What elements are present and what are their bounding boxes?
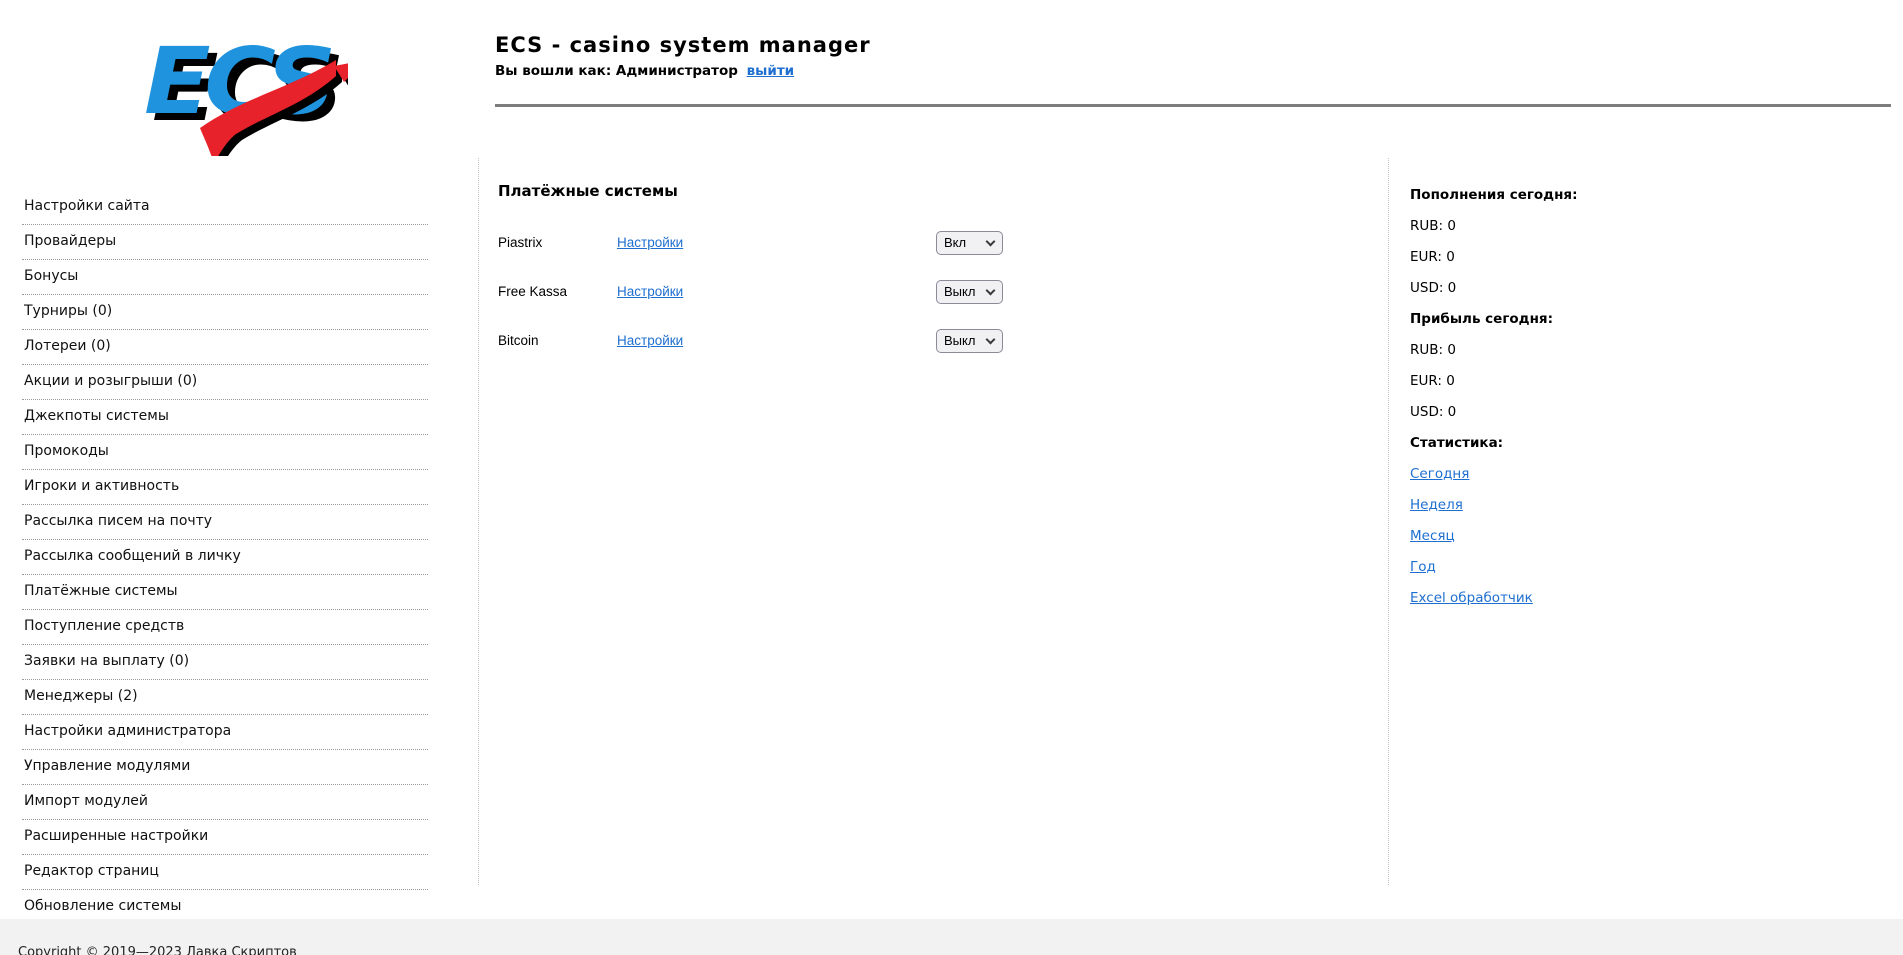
sidebar-item[interactable]: Импорт модулей — [22, 785, 428, 820]
sidebar-item-label: Редактор страниц — [24, 863, 159, 879]
sidebar-item[interactable]: Провайдеры — [22, 225, 428, 260]
payment-status-select[interactable]: ВклВыкл — [936, 230, 1003, 255]
copyright-text: Copyright © 2019—2023 Лавка Скриптов — [18, 945, 297, 955]
sidebar-item-label: Акции и розыгрыши (0) — [24, 373, 198, 389]
left-content-divider — [478, 158, 479, 885]
footer: Copyright © 2019—2023 Лавка Скриптов — [0, 919, 1903, 955]
sidebar-item[interactable]: Игроки и активность — [22, 470, 428, 505]
profit-heading: Прибыль сегодня: — [1410, 311, 1553, 327]
sidebar-item-label: Игроки и активность — [24, 478, 180, 494]
payment-systems-panel: Платёжные системы Piastrix Настройки Вкл… — [498, 182, 1358, 365]
sidebar-item-label: Платёжные системы — [24, 583, 178, 599]
sidebar-item[interactable]: Турниры (0) — [22, 295, 428, 330]
sidebar-nav: Настройки сайта Провайдеры Бонусы Турнир… — [22, 190, 428, 925]
header: ECS - casino system manager Вы вошли как… — [495, 33, 871, 79]
payment-rows: Piastrix Настройки ВклВыкл Free Kassa На… — [498, 218, 1358, 365]
sidebar-item[interactable]: Поступление средств — [22, 610, 428, 645]
sidebar-item-label: Расширенные настройки — [24, 828, 209, 844]
sidebar-item[interactable]: Джекпоты системы — [22, 400, 428, 435]
payment-status-select[interactable]: ВклВыкл — [936, 279, 1003, 304]
login-label: Вы вошли как: Администратор — [495, 63, 738, 79]
deposit-value: RUB: 0 — [1410, 218, 1456, 234]
profit-value: RUB: 0 — [1410, 342, 1456, 358]
ecs-logo-image: ECS ECS — [144, 28, 371, 170]
payment-status-select-wrap: ВклВыкл — [936, 328, 1003, 353]
sidebar-item-label: Менеджеры (2) — [24, 688, 138, 704]
sidebar-item-label: Рассылка писем на почту — [24, 513, 213, 529]
logout-link[interactable]: выйти — [747, 63, 795, 79]
header-divider — [495, 104, 1891, 107]
sidebar-item[interactable]: Управление модулями — [22, 750, 428, 785]
payment-row: Bitcoin Настройки ВклВыкл — [498, 316, 1358, 365]
profit-value: USD: 0 — [1410, 404, 1457, 420]
sidebar-item[interactable]: Бонусы — [22, 260, 428, 295]
payment-status-select-wrap: ВклВыкл — [936, 230, 1003, 255]
payment-row: Piastrix Настройки ВклВыкл — [498, 218, 1358, 267]
sidebar-item-label: Заявки на выплату (0) — [24, 653, 190, 669]
payment-settings-link[interactable]: Настройки — [617, 284, 683, 299]
payment-status-select[interactable]: ВклВыкл — [936, 328, 1003, 353]
sidebar-item-label: Обновление системы — [24, 898, 182, 914]
page-title: ECS - casino system manager — [495, 33, 871, 57]
sidebar-item[interactable]: Акции и розыгрыши (0) — [22, 365, 428, 400]
ecs-logo: ECS ECS — [138, 16, 371, 170]
sidebar-item-label: Бонусы — [24, 268, 79, 284]
sidebar-item-label: Импорт модулей — [24, 793, 148, 809]
payment-name: Free Kassa — [498, 284, 568, 299]
statistics-link[interactable]: Год — [1410, 552, 1436, 583]
sidebar-item-label: Настройки сайта — [24, 198, 150, 214]
statistics-links: Сегодня Неделя Месяц Год Excel обработчи… — [1410, 459, 1830, 614]
deposits-values: RUB: 0 EUR: 0 USD: 0 — [1410, 211, 1830, 304]
sidebar-item[interactable]: Редактор страниц — [22, 855, 428, 890]
deposit-value: USD: 0 — [1410, 280, 1457, 296]
sidebar-item[interactable]: Менеджеры (2) — [22, 680, 428, 715]
sidebar-item[interactable]: Лотереи (0) — [22, 330, 428, 365]
payment-name: Piastrix — [498, 235, 543, 250]
sidebar-item[interactable]: Настройки сайта — [22, 190, 428, 225]
sidebar-item-label: Провайдеры — [24, 233, 117, 249]
payment-row: Free Kassa Настройки ВклВыкл — [498, 267, 1358, 316]
payment-name: Bitcoin — [498, 333, 539, 348]
sidebar-item[interactable]: Расширенные настройки — [22, 820, 428, 855]
payment-settings-link[interactable]: Настройки — [617, 333, 683, 348]
sidebar-item-label: Настройки администратора — [24, 723, 232, 739]
deposit-value: EUR: 0 — [1410, 249, 1455, 265]
sidebar-item-label: Турниры (0) — [24, 303, 113, 319]
sidebar-item-label: Рассылка сообщений в личку — [24, 548, 241, 564]
sidebar-item[interactable]: Настройки администратора — [22, 715, 428, 750]
sidebar-item[interactable]: Заявки на выплату (0) — [22, 645, 428, 680]
sidebar-item-label: Поступление средств — [24, 618, 185, 634]
sidebar-item[interactable]: Промокоды — [22, 435, 428, 470]
sidebar-item-label: Лотереи (0) — [24, 338, 111, 354]
sidebar-item-label: Джекпоты системы — [24, 408, 169, 424]
sidebar-item[interactable]: Рассылка писем на почту — [22, 505, 428, 540]
statistics-link[interactable]: Месяц — [1410, 521, 1455, 552]
login-status: Вы вошли как: Администратор выйти — [495, 63, 871, 79]
profit-values: RUB: 0 EUR: 0 USD: 0 — [1410, 335, 1830, 428]
stats-panel: Пополнения сегодня: RUB: 0 EUR: 0 USD: 0… — [1410, 180, 1830, 614]
profit-value: EUR: 0 — [1410, 373, 1455, 389]
statistics-link[interactable]: Неделя — [1410, 490, 1463, 521]
statistics-link[interactable]: Сегодня — [1410, 459, 1469, 490]
statistics-heading: Статистика: — [1410, 435, 1504, 451]
payment-status-select-wrap: ВклВыкл — [936, 279, 1003, 304]
sidebar-item-label: Управление модулями — [24, 758, 191, 774]
sidebar-item[interactable]: Платёжные системы — [22, 575, 428, 610]
payment-settings-link[interactable]: Настройки — [617, 235, 683, 250]
statistics-link[interactable]: Excel обработчик — [1410, 583, 1533, 614]
sidebar-item[interactable]: Рассылка сообщений в личку — [22, 540, 428, 575]
deposits-heading: Пополнения сегодня: — [1410, 187, 1578, 203]
right-content-divider — [1388, 158, 1389, 885]
sidebar-item-label: Промокоды — [24, 443, 109, 459]
admin-page: ECS ECS ECS - casino system manager Вы в… — [0, 0, 1903, 955]
section-heading: Платёжные системы — [498, 182, 678, 200]
